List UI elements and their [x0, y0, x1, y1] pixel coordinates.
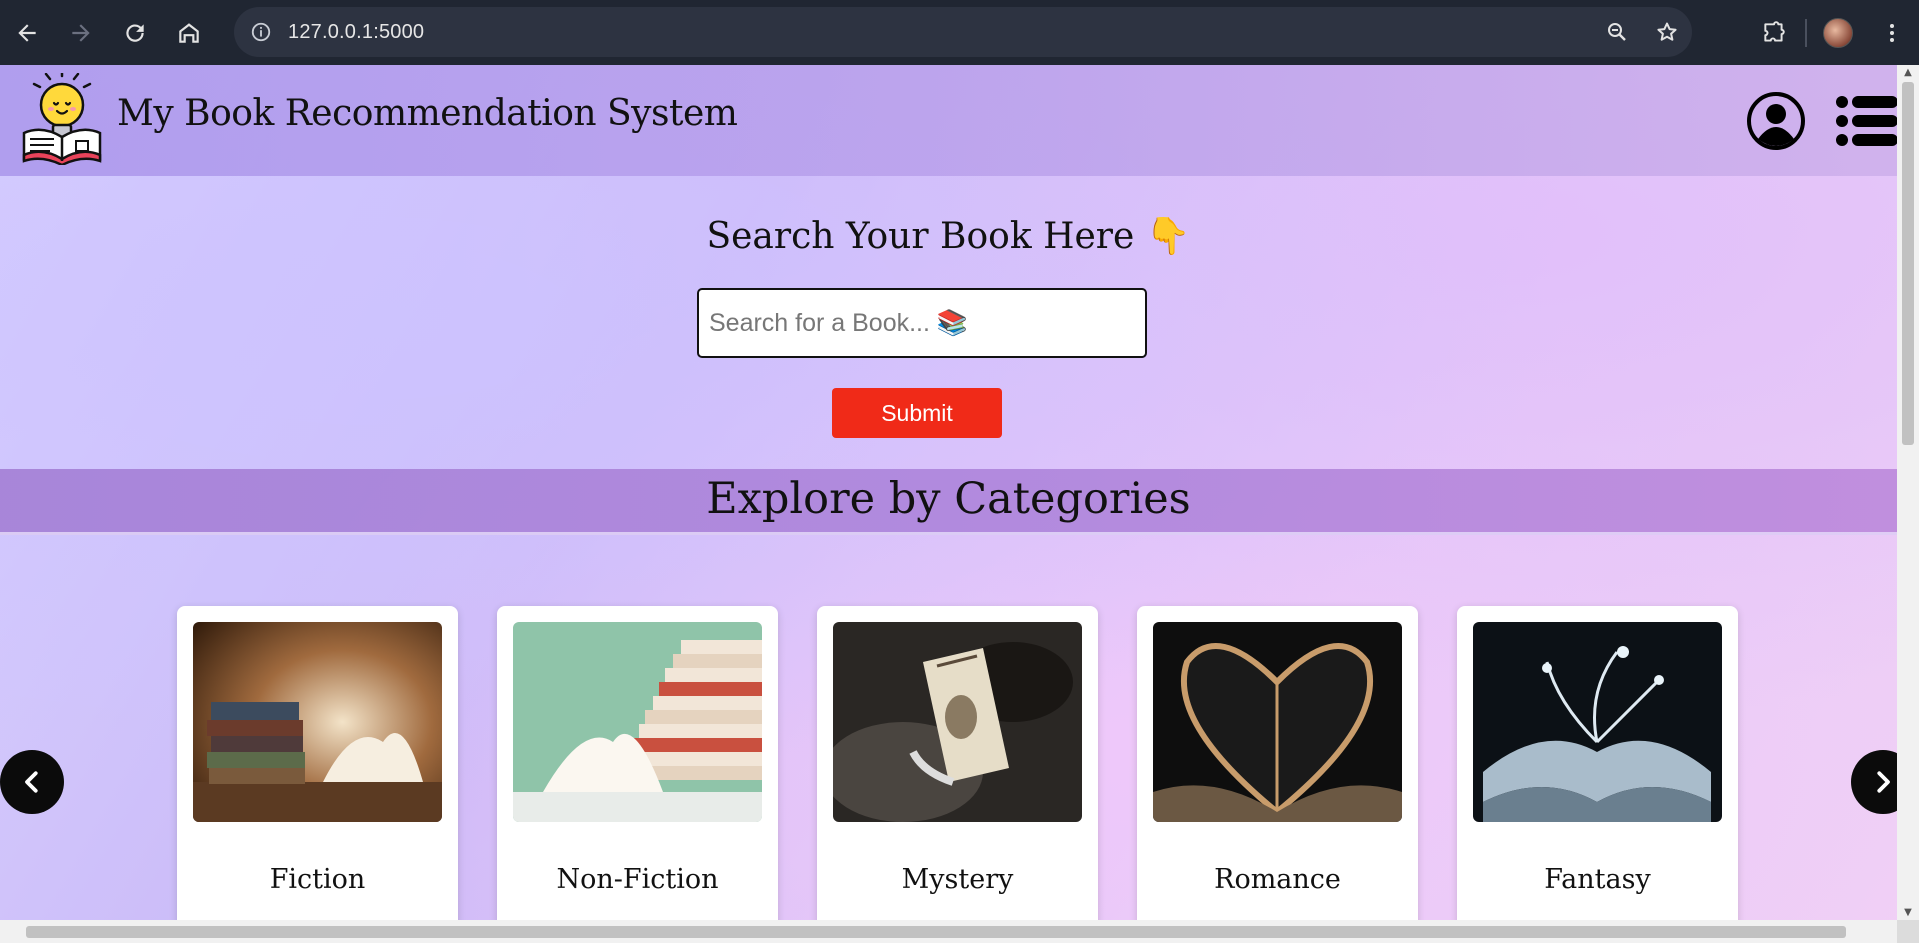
submit-button[interactable]: Submit	[832, 388, 1002, 438]
lightbulb-book-logo	[22, 73, 102, 165]
mystery-image	[833, 622, 1082, 822]
vertical-scrollbar[interactable]: ▲ ▼	[1897, 65, 1919, 920]
horizontal-scrollbar[interactable]	[0, 920, 1897, 943]
chevron-left-icon	[25, 771, 38, 793]
search-field[interactable]	[697, 288, 1147, 358]
scroll-down-icon[interactable]: ▼	[1902, 907, 1914, 918]
home-icon[interactable]	[162, 6, 216, 60]
search-input[interactable]	[709, 308, 1145, 338]
page-viewport: My Book Recommendation System Search You…	[0, 65, 1897, 920]
forward-icon[interactable]	[54, 6, 108, 60]
extensions-icon[interactable]	[1747, 20, 1801, 46]
category-card-non-fiction[interactable]: Non-Fiction	[497, 606, 778, 920]
chevron-right-icon	[1877, 771, 1890, 793]
site-info-icon[interactable]	[234, 21, 288, 43]
site-title: My Book Recommendation System	[117, 93, 738, 134]
reload-icon[interactable]	[108, 6, 162, 60]
address-bar[interactable]: 127.0.0.1:5000	[234, 7, 1692, 57]
category-card-fantasy[interactable]: Fantasy	[1457, 606, 1738, 920]
category-label-fiction: Fiction	[269, 864, 366, 895]
category-label-mystery: Mystery	[901, 864, 1014, 895]
carousel-prev-button[interactable]	[0, 750, 64, 814]
back-icon[interactable]	[0, 6, 54, 60]
categories-band: Explore by Categories	[0, 469, 1897, 535]
category-card-fiction[interactable]: Fiction	[177, 606, 458, 920]
fiction-image	[193, 622, 442, 822]
profile-avatar[interactable]	[1811, 17, 1865, 48]
category-label-romance: Romance	[1214, 864, 1341, 895]
vertical-scroll-thumb[interactable]	[1902, 82, 1914, 445]
more-menu-icon[interactable]	[1865, 21, 1919, 45]
zoom-icon[interactable]	[1592, 20, 1642, 44]
scroll-up-icon[interactable]: ▲	[1902, 67, 1914, 78]
horizontal-scroll-thumb[interactable]	[26, 926, 1846, 938]
categories-heading: Explore by Categories	[706, 474, 1191, 524]
search-heading: Search Your Book Here 👇	[706, 216, 1191, 257]
list-menu-icon[interactable]	[1836, 95, 1897, 147]
scrollbar-corner	[1897, 920, 1919, 943]
browser-toolbar: 127.0.0.1:5000	[0, 0, 1919, 65]
romance-image	[1153, 622, 1402, 822]
toolbar-divider	[1805, 18, 1807, 47]
user-account-icon[interactable]	[1747, 92, 1805, 150]
category-carousel: Fiction Non-Fiction Mystery Romance Fant…	[0, 606, 1897, 920]
url-text[interactable]: 127.0.0.1:5000	[288, 21, 424, 44]
category-label-non-fiction: Non-Fiction	[556, 864, 719, 895]
non-fiction-image	[513, 622, 762, 822]
category-card-mystery[interactable]: Mystery	[817, 606, 1098, 920]
category-label-fantasy: Fantasy	[1544, 864, 1651, 895]
site-header: My Book Recommendation System	[0, 65, 1897, 176]
bookmark-star-icon[interactable]	[1642, 20, 1692, 44]
fantasy-image	[1473, 622, 1722, 822]
category-card-romance[interactable]: Romance	[1137, 606, 1418, 920]
